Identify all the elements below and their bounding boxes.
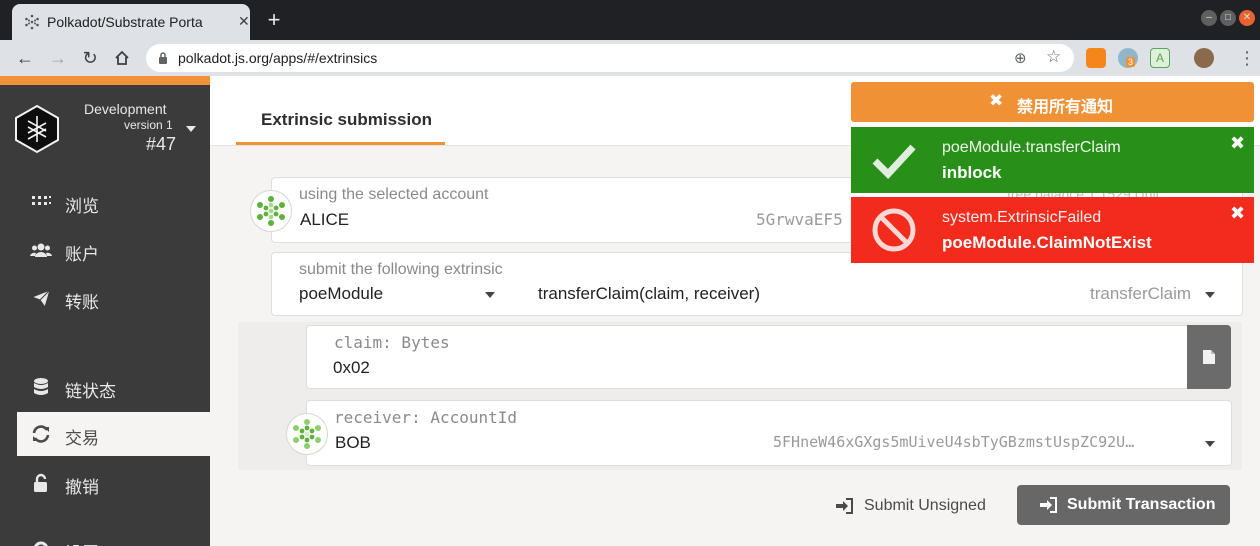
chain-name: Development [84, 101, 167, 117]
close-icon: ✖ [989, 91, 1004, 110]
forward-arrow-icon[interactable]: → [46, 46, 70, 70]
sidebar: Development version 1 #47 浏览 账户 转账 链状态 交… [0, 76, 210, 546]
substrate-logo-icon [15, 104, 59, 154]
profile-avatar[interactable] [1194, 48, 1214, 68]
page-tab-label: Extrinsic submission [261, 110, 432, 129]
tab-close-icon[interactable]: ✕ [238, 13, 250, 30]
tab-extrinsic-submission[interactable]: Extrinsic submission [236, 76, 445, 145]
account-name: ALICE [300, 210, 350, 229]
sidebar-item-label: 转账 [65, 293, 99, 312]
notification-title: system.ExtrinsicFailed [942, 209, 1102, 226]
sidebar-item-transfer[interactable]: 转账 [17, 276, 210, 320]
file-icon [1203, 350, 1215, 364]
submit-unsigned-label: Submit Unsigned [864, 497, 986, 514]
sidebar-item-chainstate[interactable]: 链状态 [17, 365, 210, 409]
claim-input[interactable]: claim: Bytes 0x02 [306, 325, 1188, 389]
window-close-button[interactable]: ✕ [1239, 10, 1255, 26]
receiver-name: BOB [335, 433, 371, 452]
notification-title: poeModule.transferClaim [942, 139, 1121, 156]
settings-icon [34, 541, 48, 546]
back-arrow-icon[interactable]: ← [13, 46, 37, 70]
tab-title: Polkadot/Substrate Porta [47, 14, 203, 30]
bookmark-star-icon[interactable]: ☆ [1046, 47, 1061, 67]
submit-transaction-label: Submit Transaction [1067, 496, 1216, 513]
accounts-icon [30, 243, 52, 257]
bob-identicon-avatar [286, 413, 328, 455]
browse-icon [32, 196, 51, 205]
submit-transaction-button[interactable]: Submit Transaction [1017, 485, 1230, 525]
extension-badge: 3 [1126, 57, 1136, 67]
notification-error: system.ExtrinsicFailed poeModule.ClaimNo… [851, 197, 1254, 263]
sidebar-item-accounts[interactable]: 账户 [17, 228, 210, 272]
url-text: polkadot.js.org/apps/#/extrinsics [178, 50, 378, 66]
browser-menu-icon[interactable]: ⋮ [1238, 48, 1256, 68]
disable-all-label: 禁用所有通知 [1017, 99, 1114, 116]
sidebar-accent-bar [0, 76, 210, 85]
new-tab-button[interactable]: + [262, 6, 286, 34]
notification-status: inblock [942, 163, 1002, 182]
sidebar-item-extrinsics[interactable]: 交易 [17, 412, 210, 456]
receiver-address: 5FHneW46xGXgs5mUiveU4sbTyGBzmstUspZC92U… [773, 433, 1135, 451]
notification-success: poeModule.transferClaim inblock ✖ [851, 127, 1254, 193]
claim-label: claim: Bytes [334, 333, 450, 352]
file-upload-button[interactable] [1187, 325, 1231, 389]
lock-icon [34, 473, 47, 492]
polkadot-favicon-icon [25, 14, 39, 30]
reload-icon[interactable]: ↻ [78, 46, 102, 70]
translate-extension-icon[interactable]: A [1150, 48, 1170, 68]
close-icon[interactable]: ✖ [1230, 133, 1245, 154]
window-minimize-button[interactable]: – [1201, 10, 1217, 26]
sync-icon [32, 425, 50, 443]
sidebar-item-label: 浏览 [65, 197, 99, 216]
claim-value[interactable]: 0x02 [333, 358, 370, 378]
checkmark-icon [872, 144, 916, 180]
close-icon[interactable]: ✖ [1230, 203, 1245, 224]
call-select[interactable]: transferClaim [1090, 284, 1191, 304]
account-address: 5GrwvaEF5 [756, 210, 843, 229]
lock-icon [159, 52, 167, 64]
extrinsic-label: submit the following extrinsic [299, 261, 503, 278]
sign-in-icon [1040, 497, 1057, 513]
sidebar-item-label: 设置 [65, 539, 99, 546]
send-icon [30, 289, 51, 308]
block-number: #47 [146, 134, 177, 154]
notification-status: poeModule.ClaimNotExist [942, 233, 1152, 252]
alice-identicon-avatar [250, 190, 292, 232]
disable-all-notifications-button[interactable]: ✖ 禁用所有通知 [851, 82, 1254, 122]
sidebar-item-label: 账户 [65, 245, 99, 264]
zoom-icon[interactable]: ⊕ [1014, 49, 1027, 67]
chain-selector-caret-icon[interactable] [186, 126, 196, 132]
account-label: using the selected account [299, 186, 489, 203]
address-bar[interactable]: polkadot.js.org/apps/#/extrinsics ⊕ ☆ [146, 44, 1074, 72]
receiver-label: receiver: AccountId [334, 408, 518, 427]
chain-version: version 1 [124, 118, 173, 132]
sidebar-item-label: 撤销 [65, 478, 99, 497]
extension-icon[interactable]: 3 [1118, 48, 1138, 68]
receiver-selector[interactable]: receiver: AccountId BOB 5FHneW46xGXgs5mU… [306, 400, 1232, 466]
submit-unsigned-button[interactable]: Submit Unsigned [830, 488, 990, 522]
module-dropdown-caret-icon[interactable] [485, 292, 495, 298]
metamask-extension-icon[interactable] [1086, 48, 1106, 68]
sidebar-item-label: 链状态 [65, 382, 116, 401]
call-signature[interactable]: transferClaim(claim, receiver) [538, 284, 760, 304]
window-maximize-button[interactable]: □ [1220, 10, 1236, 26]
browser-titlebar: Polkadot/Substrate Porta ✕ + – □ ✕ [0, 0, 1260, 40]
sidebar-item-label: 交易 [65, 429, 99, 448]
sidebar-item-settings[interactable]: 设置 [17, 527, 210, 546]
home-icon[interactable] [110, 46, 134, 70]
sign-in-icon [836, 498, 853, 514]
ban-icon [872, 208, 916, 252]
sidebar-item-browse[interactable]: 浏览 [17, 180, 210, 224]
receiver-dropdown-caret-icon[interactable] [1205, 441, 1215, 447]
browser-tab[interactable]: Polkadot/Substrate Porta ✕ [12, 4, 250, 40]
database-icon [34, 378, 48, 395]
call-dropdown-caret-icon[interactable] [1205, 292, 1215, 298]
module-select[interactable]: poeModule [299, 284, 383, 304]
browser-toolbar: ← → ↻ polkadot.js.org/apps/#/extrinsics … [0, 40, 1260, 76]
sidebar-item-revoke[interactable]: 撤销 [17, 461, 210, 505]
